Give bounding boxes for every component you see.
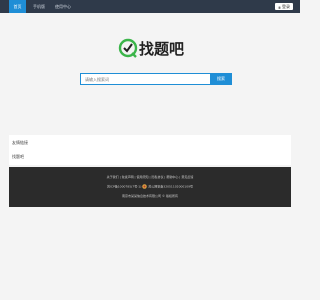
footer-license: 苏ICP备1000785(7号-1) 苏公网安备32051102000109号 bbox=[9, 184, 291, 189]
logo-mark-icon bbox=[118, 38, 138, 58]
footer-links: 关于我们 | 免责声明 | 使用须知 | 隐私协议 | 帮助中心 | 意见反馈 bbox=[106, 175, 194, 179]
footer-link-terms[interactable]: 使用须知 bbox=[137, 175, 149, 179]
nav-home[interactable]: 首页 bbox=[9, 0, 26, 13]
footer-link-privacy[interactable]: 隐私协议 bbox=[151, 175, 163, 179]
police-badge-icon bbox=[142, 184, 148, 189]
site-name-section: 找题吧 bbox=[9, 149, 291, 165]
logo-text: 找题吧 bbox=[139, 40, 185, 58]
nav-usage-center[interactable]: 使用中心 bbox=[52, 0, 74, 13]
footer-link-about[interactable]: 关于我们 bbox=[107, 175, 119, 179]
footer-link-help[interactable]: 帮助中心 bbox=[166, 175, 178, 179]
search-input[interactable] bbox=[80, 73, 210, 85]
login-label: 登录 bbox=[282, 4, 290, 9]
public-security-license[interactable]: 苏公网安备32051102000109号 bbox=[148, 185, 193, 189]
site-name-label[interactable]: 找题吧 bbox=[12, 149, 24, 165]
footer-copyright: 南京市某某信息技术有限公司 © 版权所有 bbox=[122, 194, 178, 198]
login-button[interactable]: 登录 bbox=[275, 3, 293, 10]
footer-link-disclaimer[interactable]: 免责声明 bbox=[122, 175, 134, 179]
footer-link-feedback[interactable]: 意见反馈 bbox=[181, 175, 193, 179]
top-nav-bar: 首页 手机版 使用中心 登录 bbox=[0, 0, 300, 13]
icp-license[interactable]: 苏ICP备1000785(7号-1) bbox=[107, 185, 141, 189]
nav-mobile[interactable]: 手机版 bbox=[28, 0, 50, 13]
search-button[interactable]: 搜索 bbox=[210, 73, 232, 85]
footer: 关于我们 | 免责声明 | 使用须知 | 隐私协议 | 帮助中心 | 意见反馈 … bbox=[9, 167, 291, 207]
lock-icon bbox=[278, 5, 281, 9]
